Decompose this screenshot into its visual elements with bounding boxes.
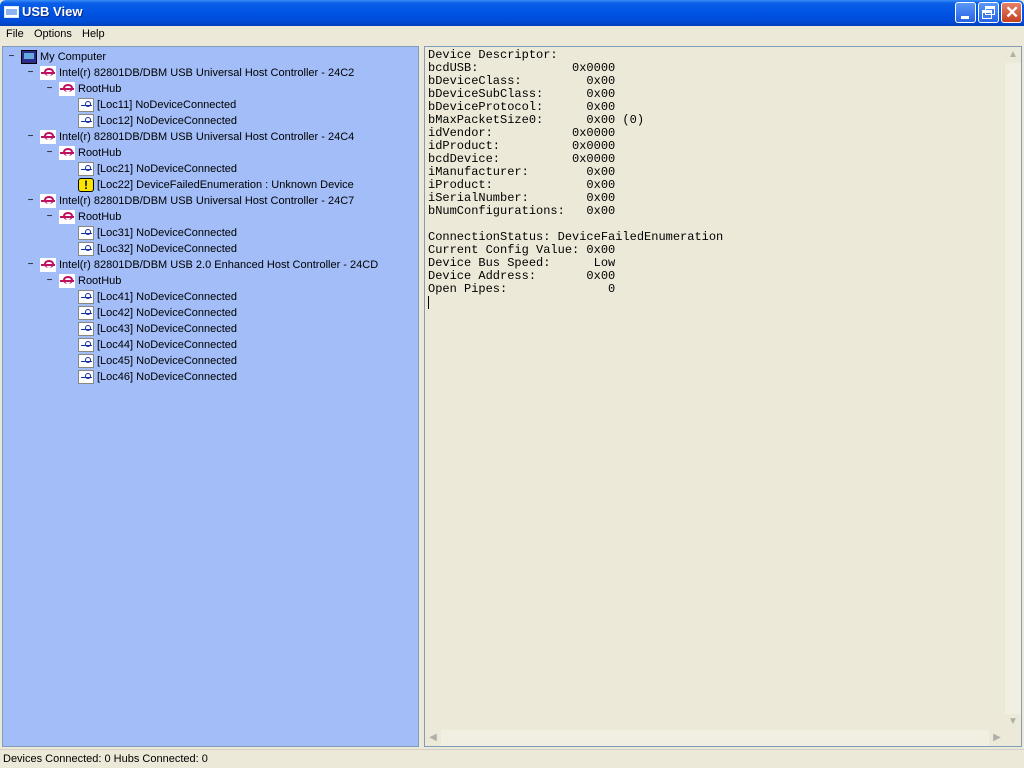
status-text: Devices Connected: 0 Hubs Connected: 0 [3,753,208,765]
host-controller-icon [40,66,56,80]
window-title: USB View [22,4,83,19]
tree-node-label: RootHub [78,275,122,287]
usb-port-icon [78,354,94,368]
tree-node[interactable]: − My Computer [3,49,418,65]
tree-node[interactable]: − RootHub [3,273,418,289]
hub-icon [59,274,75,288]
usb-port-icon [78,322,94,336]
tree-node[interactable]: − RootHub [3,145,418,161]
computer-icon [21,50,37,64]
hub-icon [59,210,75,224]
tree-node[interactable]: − Intel(r) 82801DB/DBM USB Universal Host… [3,193,418,209]
tree-node[interactable]: [Loc12] NoDeviceConnected [3,113,418,129]
collapse-icon[interactable]: − [45,148,54,158]
tree-node[interactable]: − RootHub [3,209,418,225]
scroll-left-icon[interactable]: ◀ [425,730,441,746]
collapse-icon[interactable]: − [26,196,35,206]
usb-port-icon [78,114,94,128]
tree-node-label: [Loc11] NoDeviceConnected [97,99,237,111]
tree-node-label: [Loc12] NoDeviceConnected [97,115,238,127]
close-button[interactable]: ✕ [1001,2,1022,23]
details-pane[interactable]: Device Descriptor: bcdUSB: 0x0000 bDevic… [424,46,1022,747]
menu-help[interactable]: Help [82,28,105,40]
warning-icon [78,178,94,192]
tree-node[interactable]: [Loc32] NoDeviceConnected [3,241,418,257]
tree-node-label: [Loc21] NoDeviceConnected [97,163,238,175]
usb-port-icon [78,290,94,304]
tree-node[interactable]: [Loc11] NoDeviceConnected [3,97,418,113]
scroll-up-icon[interactable]: ▲ [1005,47,1021,63]
close-icon: ✕ [1005,3,1020,22]
tree-node[interactable]: [Loc41] NoDeviceConnected [3,289,418,305]
collapse-icon[interactable]: − [26,132,35,142]
device-details-text: Device Descriptor: bcdUSB: 0x0000 bDevic… [428,48,724,296]
collapse-icon[interactable]: − [45,276,54,286]
tree-node-label: RootHub [78,147,122,159]
collapse-icon[interactable]: − [45,84,54,94]
menu-options[interactable]: Options [34,28,72,40]
host-controller-icon [40,194,56,208]
tree-node-label: [Loc45] NoDeviceConnected [97,355,238,367]
device-tree[interactable]: − My Computer − Intel(r) 82801DB/DBM USB Un… [2,46,419,747]
usb-port-icon [78,306,94,320]
tree-node-label: [Loc31] NoDeviceConnected [97,227,238,239]
tree-node[interactable]: [Loc45] NoDeviceConnected [3,353,418,369]
tree-node-label: [Loc42] NoDeviceConnected [97,307,238,319]
collapse-icon[interactable]: − [7,52,16,62]
usb-port-icon [78,370,94,384]
tree-node-label: Intel(r) 82801DB/DBM USB 2.0 Enhanced Ho… [59,259,379,271]
vertical-scrollbar[interactable]: ▲ ▼ [1005,47,1021,730]
tree-node-label: [Loc41] NoDeviceConnected [97,291,238,303]
scroll-down-icon[interactable]: ▼ [1005,714,1021,730]
tree-node[interactable]: [Loc21] NoDeviceConnected [3,161,418,177]
tree-node-label: [Loc43] NoDeviceConnected [97,323,238,335]
usb-port-icon [78,162,94,176]
tree-node-label: Intel(r) 82801DB/DBM USB Universal Host … [59,67,355,79]
tree-node[interactable]: − Intel(r) 82801DB/DBM USB Universal Host… [3,129,418,145]
app-icon [4,6,19,18]
tree-node[interactable]: − RootHub [3,81,418,97]
host-controller-icon [40,258,56,272]
tree-node-label: Intel(r) 82801DB/DBM USB Universal Host … [59,131,355,143]
collapse-icon[interactable]: − [26,260,35,270]
usb-port-icon [78,338,94,352]
usb-port-icon [78,242,94,256]
status-bar: Devices Connected: 0 Hubs Connected: 0 [0,749,1024,768]
hub-icon [59,82,75,96]
hub-icon [59,146,75,160]
menu-file[interactable]: File [6,28,24,40]
tree-node[interactable]: − Intel(r) 82801DB/DBM USB 2.0 Enhanced H… [3,257,418,273]
tree-node[interactable]: [Loc46] NoDeviceConnected [3,369,418,385]
tree-node[interactable]: [Loc31] NoDeviceConnected [3,225,418,241]
tree-node-label: [Loc32] NoDeviceConnected [97,243,238,255]
tree-node[interactable]: − Intel(r) 82801DB/DBM USB Universal Host… [3,65,418,81]
text-caret [428,296,429,309]
tree-node-label: [Loc22] DeviceFailedEnumeration : Unknow… [97,179,354,191]
tree-node-label: [Loc46] NoDeviceConnected [97,371,238,383]
collapse-icon[interactable]: − [45,212,54,222]
minimize-button[interactable] [955,2,976,23]
tree-node-label: My Computer [40,51,107,63]
title-bar[interactable]: USB View ✕ [0,0,1024,26]
tree-node[interactable]: [Loc22] DeviceFailedEnumeration : Unknow… [3,177,418,193]
usb-port-icon [78,98,94,112]
tree-node-label: RootHub [78,211,122,223]
tree-node-label: RootHub [78,83,122,95]
tree-node[interactable]: [Loc42] NoDeviceConnected [3,305,418,321]
scroll-right-icon[interactable]: ▶ [989,730,1005,746]
tree-node[interactable]: [Loc43] NoDeviceConnected [3,321,418,337]
tree-node-label: Intel(r) 82801DB/DBM USB Universal Host … [59,195,355,207]
collapse-icon[interactable]: − [26,68,35,78]
horizontal-scrollbar[interactable]: ◀ ▶ [425,730,1005,746]
host-controller-icon [40,130,56,144]
tree-node-label: [Loc44] NoDeviceConnected [97,339,238,351]
tree-node[interactable]: [Loc44] NoDeviceConnected [3,337,418,353]
usb-port-icon [78,226,94,240]
menu-bar: File Options Help [0,26,1024,44]
minimize-icon [961,16,969,19]
maximize-button[interactable] [978,2,999,23]
